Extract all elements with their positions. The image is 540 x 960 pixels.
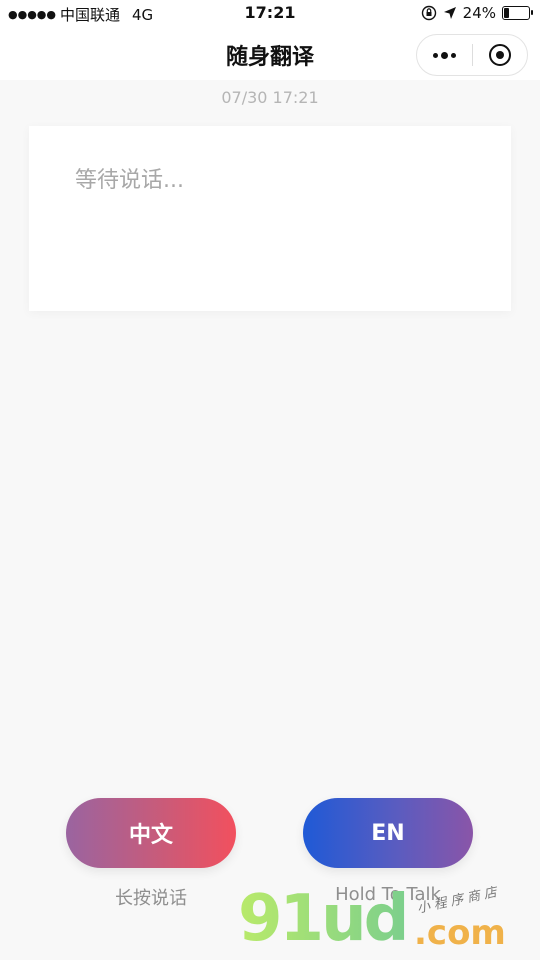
english-button-caption: Hold To Talk: [335, 884, 441, 905]
watermark-domain: .com: [414, 913, 506, 953]
more-button[interactable]: [417, 35, 472, 75]
chinese-talk-button[interactable]: 中文: [66, 798, 236, 868]
status-right: 24%: [421, 4, 533, 22]
close-button[interactable]: [473, 35, 528, 75]
timestamp: 07/30 17:21: [221, 88, 319, 107]
orientation-lock-icon: [421, 5, 436, 21]
chinese-button-caption: 长按说话: [115, 888, 187, 909]
english-talk-button[interactable]: EN: [303, 798, 473, 868]
battery-percent: 24%: [462, 4, 496, 22]
english-button-label: EN: [371, 820, 405, 846]
chinese-button-label: 中文: [128, 823, 173, 848]
status-bar: ●●●●● 中国联通 4G 17:21 24%: [0, 0, 540, 28]
battery-icon: [502, 6, 533, 20]
screen: ●●●●● 中国联通 4G 17:21 24% 随身翻译 07/30 17:21…: [0, 0, 540, 960]
battery-fill: [504, 8, 509, 18]
more-icon: [432, 51, 456, 59]
location-arrow-icon: [443, 7, 456, 19]
nav-bar: 随身翻译: [0, 28, 540, 80]
mini-program-capsule: [416, 34, 528, 76]
waiting-placeholder: 等待说话...: [75, 168, 184, 193]
close-target-icon: [488, 44, 511, 66]
transcript-card: 等待说话...: [29, 126, 511, 311]
